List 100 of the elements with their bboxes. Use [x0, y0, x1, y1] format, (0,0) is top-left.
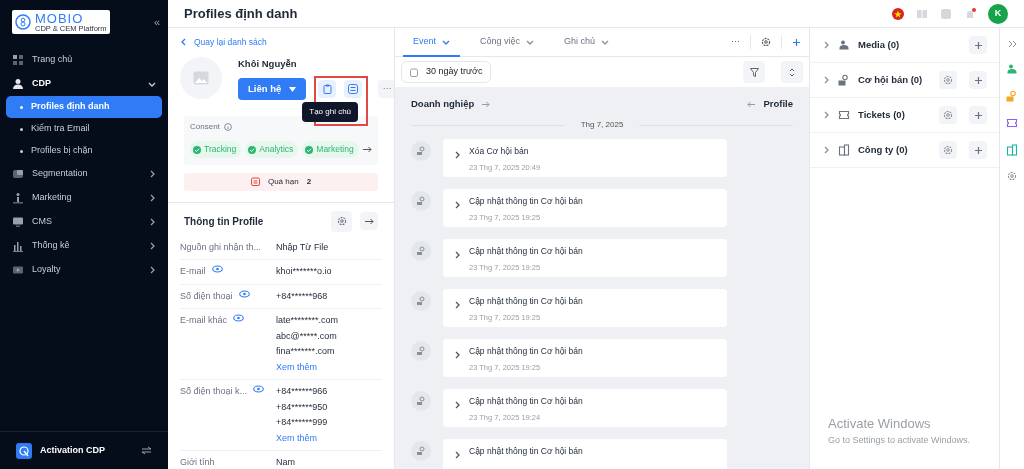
sidebar-item[interactable]: Marketing — [0, 186, 168, 210]
plus-icon — [792, 37, 801, 47]
task-button[interactable] — [344, 80, 363, 99]
sidebar-item[interactable]: CMS — [0, 210, 168, 234]
sidebar-label: Segmentation — [32, 167, 89, 181]
chevron-right-icon — [453, 250, 461, 259]
tooltip: Tạo ghi chú — [302, 102, 359, 123]
consent-tag: Analytics — [245, 141, 299, 158]
field-value: abc@*****.com — [276, 329, 338, 343]
person-icon — [12, 192, 24, 204]
chevron-right-icon — [822, 41, 830, 49]
add-button[interactable] — [792, 37, 801, 47]
arrow-right-icon — [362, 146, 372, 153]
section-title[interactable]: Cơ hội bán (0) — [858, 72, 931, 88]
overdue-bar[interactable]: Quá hạn 2 — [184, 172, 378, 191]
more-button[interactable]: ··· — [378, 80, 394, 99]
field-label: Số điện thoại k... — [180, 385, 248, 399]
add-button[interactable] — [969, 71, 987, 89]
field-value: late********.com — [276, 314, 339, 328]
field-value: +84******950 — [276, 400, 328, 414]
add-button[interactable] — [969, 36, 987, 54]
chevron-right-icon — [148, 242, 156, 250]
bar-chart-icon — [12, 240, 24, 252]
sidebar-label: Thống kê — [32, 239, 71, 253]
chevron-right-icon — [453, 300, 461, 309]
section-title[interactable]: Tickets (0) — [858, 107, 931, 123]
see-more-link[interactable]: Xem thêm — [276, 431, 328, 446]
tab[interactable]: Công việc — [470, 28, 545, 58]
chevron-right-icon — [148, 170, 156, 178]
section-title[interactable]: Công ty (0) — [858, 142, 931, 158]
expand-panel-button[interactable] — [1007, 40, 1017, 48]
swap-icon — [141, 446, 152, 455]
event-title: Cập nhật thông tin Cơ hội bán — [469, 345, 583, 358]
chevron-right-icon — [453, 150, 461, 159]
field-label: E-mail khác — [180, 314, 227, 328]
chevron-right-icon — [453, 450, 461, 459]
settings-button[interactable] — [761, 37, 771, 47]
contact-button[interactable]: Liên hệ — [238, 78, 307, 101]
event-title: Cập nhật thông tin Cơ hội bán — [469, 195, 583, 208]
settings-button[interactable] — [331, 210, 352, 232]
sidebar-label: Loyalty — [32, 263, 62, 277]
back-link[interactable]: Quay lại danh sách — [180, 36, 267, 49]
date-filter[interactable]: 30 ngày trước — [401, 61, 492, 83]
plus-icon — [973, 110, 983, 120]
add-button[interactable] — [969, 141, 987, 159]
sidebar-item[interactable]: Loyalty — [0, 258, 168, 282]
eye-icon — [233, 314, 244, 323]
sidebar-subitem[interactable]: Profiles bị chặn — [6, 140, 162, 162]
filter-button[interactable] — [743, 61, 765, 83]
sidebar-subitem[interactable]: Profiles định danh — [6, 96, 162, 118]
gear-icon — [1007, 171, 1017, 181]
sidebar-item[interactable]: CDP — [0, 72, 168, 96]
sidebar-item[interactable]: Trang chủ — [0, 48, 168, 72]
more-button[interactable]: ··· — [731, 35, 740, 49]
field-value: +84******968 — [276, 289, 328, 303]
event-card[interactable]: Cập nhật thông tin Cơ hội bán — [443, 439, 727, 469]
consent-tag: Tracking — [190, 141, 242, 158]
field-value: +84******999 — [276, 416, 328, 430]
chevron-left-icon — [180, 38, 186, 47]
note-button[interactable] — [318, 80, 337, 99]
sidebar-item[interactable]: Segmentation — [0, 162, 168, 186]
tab[interactable]: Event — [403, 28, 460, 58]
logo-mark-icon — [15, 14, 31, 30]
field-label: E-mail — [180, 265, 206, 279]
sidebar-item[interactable]: Thống kê — [0, 234, 168, 258]
checklist-icon — [348, 84, 359, 95]
gear-icon — [943, 110, 953, 120]
column-label: Doanh nghiệp — [411, 97, 475, 111]
arrow-right-icon — [364, 217, 374, 225]
expand-button[interactable] — [360, 212, 378, 231]
consent-label: Consent — [190, 121, 220, 134]
section-title[interactable]: Media (0) — [858, 37, 957, 53]
grid-icon — [12, 54, 24, 66]
check-circle-icon — [305, 145, 314, 154]
eye-icon — [253, 385, 265, 394]
chevron-right-icon — [453, 350, 461, 359]
chevron-down-icon — [148, 80, 156, 88]
sidebar-label: CMS — [32, 215, 53, 229]
logo-wordmark: MOBIO — [35, 11, 85, 25]
event-title: Cập nhật thông tin Cơ hội bán — [469, 445, 583, 458]
plus-icon — [973, 40, 983, 50]
filter-icon — [749, 67, 759, 77]
gear-icon — [943, 75, 953, 85]
flag-icon — [892, 7, 904, 20]
gear-icon — [761, 37, 771, 47]
book-icon — [916, 7, 928, 20]
tab[interactable]: Ghi chú — [554, 28, 620, 58]
monitor-icon — [12, 216, 24, 228]
sidebar-subitem[interactable]: Kiểm tra Email — [6, 118, 162, 140]
info-icon — [223, 123, 232, 132]
see-more-link[interactable]: Xem thêm — [276, 360, 339, 375]
collapse-button[interactable]: « — [153, 13, 160, 31]
field-value: +84******966 — [276, 385, 328, 399]
field-value: Nhập Từ File — [276, 240, 329, 254]
field-value: Nam — [276, 456, 295, 469]
plus-icon — [973, 145, 983, 155]
add-button[interactable] — [969, 106, 987, 124]
field-label: Nguồn ghi nhận th... — [180, 240, 262, 254]
date-separator: Thg 7, 2025 — [580, 119, 624, 132]
chevron-right-icon — [148, 218, 156, 226]
